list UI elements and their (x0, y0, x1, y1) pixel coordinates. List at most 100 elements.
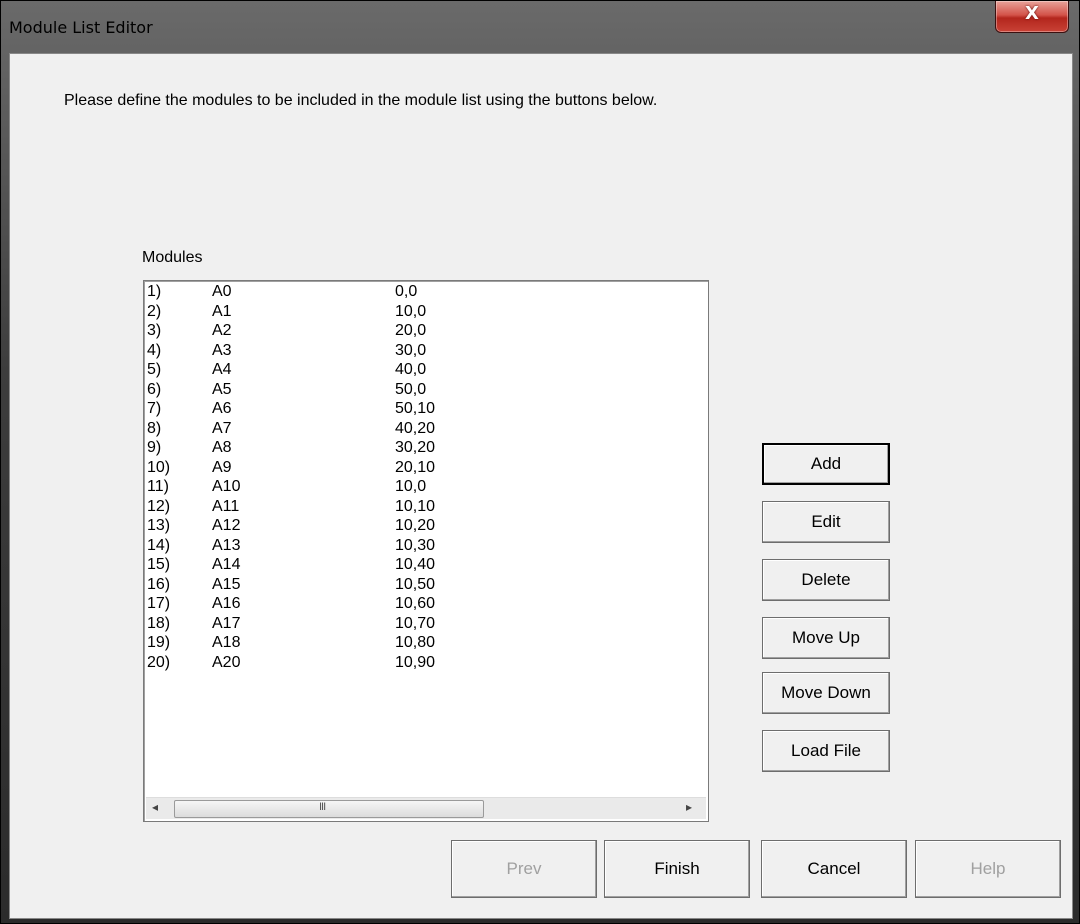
list-item[interactable]: 20) A20 10,90 (147, 654, 703, 674)
module-index: 10) (147, 458, 171, 476)
list-item[interactable]: 9) A8 30,20 (147, 439, 703, 459)
module-index: 13) (147, 517, 171, 534)
close-icon: X (1025, 3, 1039, 24)
load-file-button[interactable]: Load File (762, 730, 890, 772)
modules-label: Modules (142, 249, 203, 266)
cancel-button[interactable]: Cancel (761, 840, 907, 898)
module-position: 40,20 (395, 419, 436, 437)
module-index: 16) (147, 575, 171, 593)
module-position: 10,60 (395, 595, 436, 612)
module-name: A5 (212, 380, 232, 398)
module-position: 50,0 (395, 380, 427, 398)
module-name: A13 (212, 536, 241, 554)
list-item[interactable]: 16) A15 10,50 (147, 576, 703, 596)
finish-button[interactable]: Finish (604, 840, 750, 898)
list-item[interactable]: 5) A4 40,0 (147, 361, 703, 381)
module-index: 1) (147, 283, 162, 300)
module-name: A11 (212, 497, 240, 515)
module-name: A8 (212, 439, 232, 456)
dialog-body: Please define the modules to be included… (9, 53, 1073, 919)
scroll-right-icon[interactable]: ▸ (686, 800, 692, 814)
module-name: A18 (212, 634, 241, 651)
title-bar[interactable]: Module List Editor X (1, 1, 1080, 51)
delete-button[interactable]: Delete (762, 559, 890, 601)
module-name: A12 (212, 517, 241, 534)
module-index: 6) (147, 380, 162, 398)
close-button[interactable]: X (995, 1, 1069, 33)
module-name: A2 (212, 322, 232, 339)
module-index: 2) (147, 302, 162, 320)
module-name: A3 (212, 341, 232, 359)
module-name: A4 (212, 361, 232, 378)
edit-button[interactable]: Edit (762, 501, 890, 543)
module-position: 50,10 (395, 400, 436, 417)
list-item[interactable]: 2) A1 10,0 (147, 303, 703, 323)
module-position: 0,0 (395, 283, 418, 300)
help-button[interactable]: Help (915, 840, 1061, 898)
module-position: 10,70 (395, 614, 436, 632)
move-down-button[interactable]: Move Down (762, 672, 890, 714)
list-item[interactable]: 18) A17 10,70 (147, 615, 703, 635)
module-index: 20) (147, 653, 171, 671)
module-position: 10,0 (395, 478, 427, 495)
module-name: A20 (212, 653, 241, 671)
module-list-editor-window: Module List Editor X Please define the m… (0, 0, 1080, 924)
list-item[interactable]: 12) A11 10,10 (147, 498, 703, 518)
module-position: 20,0 (395, 322, 427, 339)
module-index: 4) (147, 341, 162, 359)
module-name: A6 (212, 400, 232, 417)
module-name: A17 (212, 614, 241, 632)
list-item[interactable]: 6) A5 50,0 (147, 381, 703, 401)
horizontal-scrollbar[interactable]: ◂ III ▸ (146, 797, 706, 819)
module-position: 20,10 (395, 458, 436, 476)
scrollbar-grip-icon: III (319, 801, 326, 813)
module-name: A0 (212, 283, 232, 300)
module-name: A15 (212, 575, 241, 593)
list-item[interactable]: 7) A6 50,10 (147, 400, 703, 420)
module-position: 40,0 (395, 361, 427, 378)
scroll-left-icon[interactable]: ◂ (152, 800, 158, 814)
list-item[interactable]: 11) A10 10,0 (147, 478, 703, 498)
scrollbar-thumb[interactable]: III (174, 800, 484, 818)
module-name: A16 (212, 595, 241, 612)
modules-listbox[interactable]: 1) A0 0,0 2) A1 10,0 3) A2 20,0 4) A3 30,0 5) A4 40,0 6… (143, 280, 709, 822)
list-item[interactable]: 13) A12 10,20 (147, 517, 703, 537)
instructions-text: Please define the modules to be included… (64, 92, 658, 109)
module-position: 10,0 (395, 302, 427, 320)
module-name: A14 (212, 556, 241, 573)
module-index: 15) (147, 556, 171, 573)
module-position: 10,30 (395, 536, 436, 554)
list-item[interactable]: 3) A2 20,0 (147, 322, 703, 342)
module-index: 19) (147, 634, 171, 651)
module-name: A7 (212, 419, 232, 437)
module-name: A1 (212, 302, 232, 320)
module-position: 10,80 (395, 634, 436, 651)
modules-list: 1) A0 0,0 2) A1 10,0 3) A2 20,0 4) A3 30,0 5) A4 40,0 6… (147, 283, 703, 673)
list-item[interactable]: 17) A16 10,60 (147, 595, 703, 615)
module-position: 30,20 (395, 439, 436, 456)
module-index: 14) (147, 536, 171, 554)
module-position: 30,0 (395, 341, 427, 359)
module-index: 17) (147, 595, 171, 612)
module-index: 8) (147, 419, 162, 437)
module-position: 10,20 (395, 517, 436, 534)
module-index: 9) (147, 439, 162, 456)
module-index: 7) (147, 400, 162, 417)
list-item[interactable]: 19) A18 10,80 (147, 634, 703, 654)
move-up-button[interactable]: Move Up (762, 617, 890, 659)
list-item[interactable]: 15) A14 10,40 (147, 556, 703, 576)
list-item[interactable]: 10) A9 20,10 (147, 459, 703, 479)
list-item[interactable]: 8) A7 40,20 (147, 420, 703, 440)
list-item[interactable]: 1) A0 0,0 (147, 283, 703, 303)
module-position: 10,90 (395, 653, 436, 671)
prev-button[interactable]: Prev (451, 840, 597, 898)
module-index: 11) (147, 478, 169, 495)
list-item[interactable]: 14) A13 10,30 (147, 537, 703, 557)
add-button[interactable]: Add (762, 443, 890, 485)
module-position: 10,10 (395, 497, 436, 515)
list-item[interactable]: 4) A3 30,0 (147, 342, 703, 362)
module-position: 10,40 (395, 556, 436, 573)
module-position: 10,50 (395, 575, 436, 593)
module-index: 18) (147, 614, 171, 632)
module-index: 12) (147, 497, 171, 515)
